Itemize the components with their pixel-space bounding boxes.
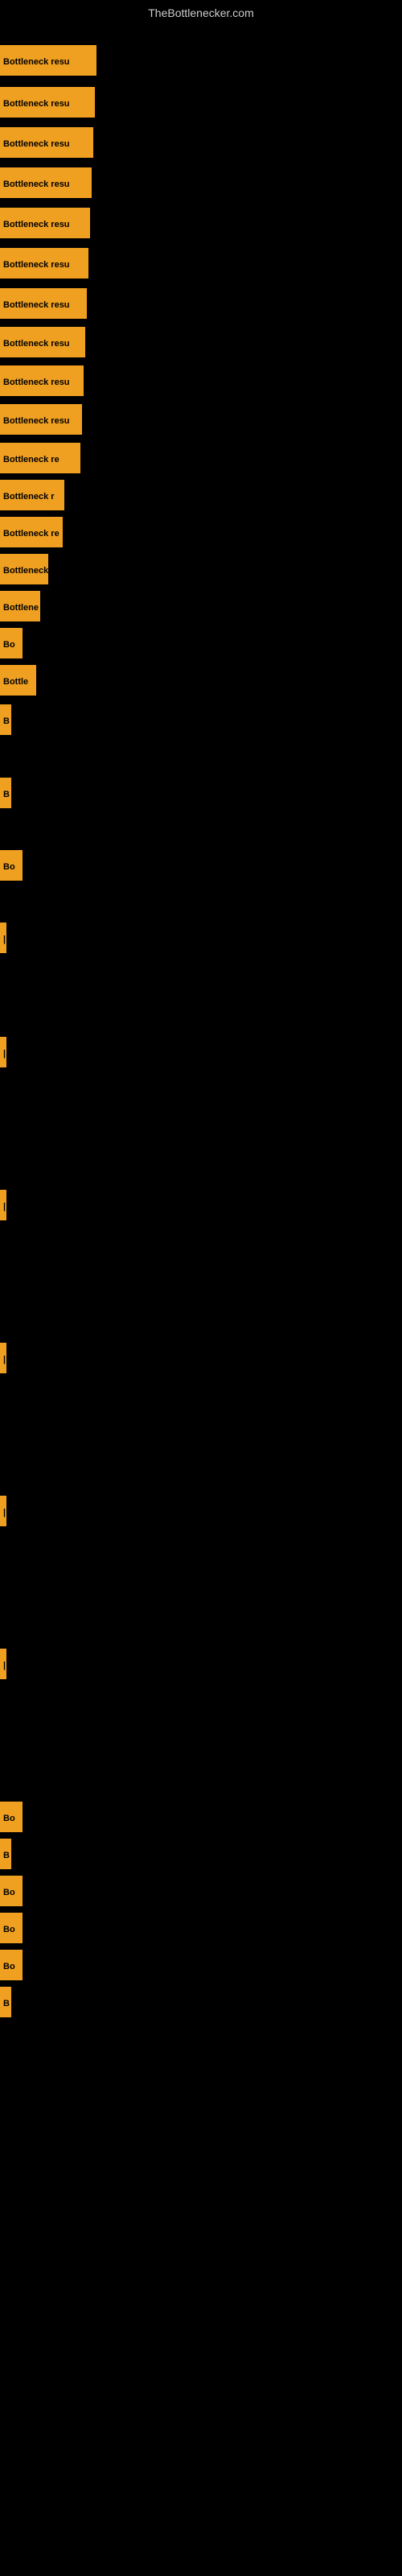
bar-item: | bbox=[0, 923, 6, 953]
bar-label: Bo bbox=[0, 850, 23, 881]
bar-label: Bottleneck resu bbox=[0, 365, 84, 396]
bar-item: Bo bbox=[0, 1950, 23, 1980]
bar-label: Bo bbox=[0, 1913, 23, 1943]
bar-item: | bbox=[0, 1190, 6, 1220]
bar-item: Bottleneck r bbox=[0, 554, 48, 584]
bar-label: Bottleneck r bbox=[0, 480, 64, 510]
bar-label: Bottleneck resu bbox=[0, 127, 93, 158]
site-title: TheBottlenecker.com bbox=[0, 0, 402, 23]
bar-item: | bbox=[0, 1496, 6, 1526]
bar-label: Bottleneck resu bbox=[0, 404, 82, 435]
bar-label: B bbox=[0, 704, 11, 735]
bar-item: Bottleneck re bbox=[0, 517, 63, 547]
bar-item: Bottleneck resu bbox=[0, 208, 90, 238]
bar-item: B bbox=[0, 1987, 11, 2017]
bar-item: Bo bbox=[0, 1913, 23, 1943]
bar-item: | bbox=[0, 1037, 6, 1067]
bar-label: B bbox=[0, 1987, 11, 2017]
bar-item: Bo bbox=[0, 1802, 23, 1832]
bar-label: Bottleneck resu bbox=[0, 208, 90, 238]
bar-label: | bbox=[0, 1649, 6, 1679]
bar-item: Bottleneck re bbox=[0, 443, 80, 473]
bar-item: Bottleneck resu bbox=[0, 87, 95, 118]
bar-label: | bbox=[0, 1037, 6, 1067]
bar-label: Bottlene bbox=[0, 591, 40, 621]
bar-item: B bbox=[0, 1839, 11, 1869]
bar-item: Bottleneck resu bbox=[0, 127, 93, 158]
bar-label: Bottleneck resu bbox=[0, 248, 88, 279]
bar-label: Bo bbox=[0, 1802, 23, 1832]
bar-item: Bo bbox=[0, 1876, 23, 1906]
bar-item: Bottleneck resu bbox=[0, 45, 96, 76]
bar-label: Bottleneck resu bbox=[0, 167, 92, 198]
bar-label: Bottleneck resu bbox=[0, 327, 85, 357]
bar-item: Bottleneck resu bbox=[0, 365, 84, 396]
bar-item: Bottleneck r bbox=[0, 480, 64, 510]
bar-item: Bottleneck resu bbox=[0, 167, 92, 198]
bar-item: B bbox=[0, 704, 11, 735]
bar-item: Bottleneck resu bbox=[0, 248, 88, 279]
bar-item: Bottlene bbox=[0, 591, 40, 621]
bar-label: Bo bbox=[0, 1876, 23, 1906]
bar-item: Bottleneck resu bbox=[0, 288, 87, 319]
bar-label: | bbox=[0, 1343, 6, 1373]
bar-label: Bottleneck re bbox=[0, 443, 80, 473]
bar-label: B bbox=[0, 778, 11, 808]
bar-label: B bbox=[0, 1839, 11, 1869]
bar-label: Bottleneck r bbox=[0, 554, 48, 584]
bar-label: Bo bbox=[0, 628, 23, 658]
bar-label: Bottle bbox=[0, 665, 36, 696]
bar-item: Bo bbox=[0, 628, 23, 658]
bar-label: Bottleneck resu bbox=[0, 288, 87, 319]
bar-item: Bo bbox=[0, 850, 23, 881]
bar-label: Bottleneck re bbox=[0, 517, 63, 547]
bar-label: | bbox=[0, 1496, 6, 1526]
bar-item: | bbox=[0, 1343, 6, 1373]
bar-label: | bbox=[0, 1190, 6, 1220]
bar-label: Bottleneck resu bbox=[0, 45, 96, 76]
bar-item: B bbox=[0, 778, 11, 808]
bar-label: | bbox=[0, 923, 6, 953]
bar-label: Bo bbox=[0, 1950, 23, 1980]
bar-item: Bottleneck resu bbox=[0, 404, 82, 435]
bar-item: Bottle bbox=[0, 665, 36, 696]
bar-label: Bottleneck resu bbox=[0, 87, 95, 118]
bar-item: Bottleneck resu bbox=[0, 327, 85, 357]
bar-item: | bbox=[0, 1649, 6, 1679]
